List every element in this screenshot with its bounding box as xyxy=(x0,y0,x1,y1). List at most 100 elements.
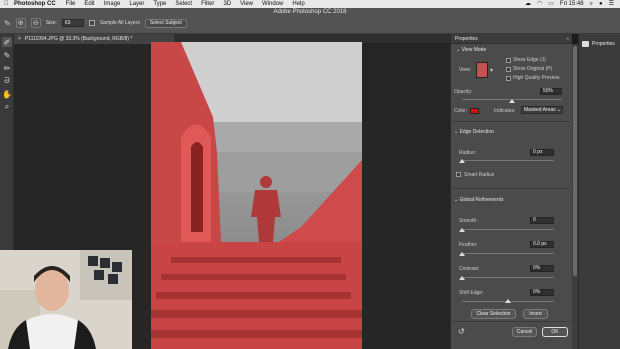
properties-panel-icon xyxy=(582,41,589,47)
feather-slider-track[interactable] xyxy=(462,253,554,254)
invert-button[interactable]: Invert xyxy=(523,309,548,319)
divider xyxy=(452,121,570,122)
indicates-value: Masked Areas xyxy=(524,107,556,113)
menu-extras: ☁ ◠ ▭ Fri 15:48 ⌕ ● ☰ xyxy=(525,0,614,8)
smooth-slider-knob[interactable] xyxy=(459,228,465,232)
feather-label: Feather: xyxy=(459,242,478,248)
shift-edge-input[interactable]: 0% xyxy=(530,289,554,296)
menu-image[interactable]: Image xyxy=(104,0,121,8)
smart-radius-checkbox[interactable] xyxy=(456,172,461,177)
edge-detection-header[interactable]: ⌄ Edge Detection xyxy=(454,129,494,135)
quick-selection-tool-icon[interactable]: ✐ xyxy=(2,37,12,47)
size-input[interactable]: 63 xyxy=(61,19,84,27)
close-tab-icon[interactable]: × xyxy=(18,36,21,42)
menu-type[interactable]: Type xyxy=(153,0,166,8)
search-icon[interactable]: ⌕ xyxy=(590,0,593,8)
options-row: ✎ ⊕ ⊖ Size: 63 Sample All Layers Select … xyxy=(4,17,187,29)
opacity-input[interactable]: 50% xyxy=(540,88,562,95)
show-edge-checkbox[interactable] xyxy=(506,58,511,63)
radius-slider-knob[interactable] xyxy=(459,159,465,163)
overlay-color-swatch[interactable] xyxy=(470,108,479,114)
feather-input[interactable]: 0.0 px xyxy=(530,241,554,248)
mac-menu-bar:  Photoshop CC File Edit Image Layer Typ… xyxy=(0,0,620,8)
show-edge-label: Show Edge (J) xyxy=(513,57,546,63)
clock[interactable]: Fri 15:48 xyxy=(560,0,584,8)
properties-header: Properties « xyxy=(451,34,572,44)
clear-selection-button[interactable]: Clear Selection xyxy=(471,309,516,319)
panel-dock: Properties xyxy=(578,34,620,349)
scrollbar-thumb[interactable] xyxy=(573,46,577,276)
menu-filter[interactable]: Filter xyxy=(201,0,214,8)
view-mode-label: View Mode xyxy=(461,47,487,53)
collapse-panel-icon[interactable]: « xyxy=(566,34,569,44)
view-mode-thumbnail[interactable] xyxy=(476,62,488,78)
shift-edge-slider-knob[interactable] xyxy=(505,299,511,303)
high-quality-preview-checkbox[interactable] xyxy=(506,76,511,81)
menu-file[interactable]: File xyxy=(66,0,76,8)
webcam-overlay xyxy=(0,250,132,349)
contrast-input[interactable]: 0% xyxy=(530,265,554,272)
indicates-label: Indicates: xyxy=(494,108,516,114)
zoom-tool-icon[interactable]: ⌕ xyxy=(2,102,12,112)
reset-icon[interactable]: ↺ xyxy=(458,327,465,336)
smooth-input[interactable]: 0 xyxy=(530,217,554,224)
select-subject-button[interactable]: Select Subject xyxy=(144,18,187,28)
refine-edge-brush-icon[interactable]: ✎ xyxy=(2,50,12,60)
subtract-selection-icon[interactable]: ⊖ xyxy=(30,18,41,28)
sample-all-layers-label: Sample All Layers xyxy=(99,20,140,26)
document-tab[interactable]: × P1111094.JPG @ 33.3% (Background, RGB/8… xyxy=(14,34,174,44)
dock-properties-label: Properties xyxy=(592,41,615,47)
view-label: View: xyxy=(459,67,472,73)
global-refinements-header[interactable]: ⌄ Global Refinements xyxy=(454,197,504,203)
chevron-down-icon: ⌄ xyxy=(556,107,561,113)
menu-edit[interactable]: Edit xyxy=(84,0,94,8)
radius-input[interactable]: 0 px xyxy=(530,149,554,156)
opacity-label: Opacity: xyxy=(454,89,473,95)
user-icon[interactable]: ● xyxy=(599,0,603,8)
menu-window[interactable]: Window xyxy=(262,0,283,8)
cancel-button[interactable]: Cancel xyxy=(512,327,537,337)
divider xyxy=(452,188,570,189)
sample-all-layers-checkbox[interactable] xyxy=(88,20,95,26)
dock-properties-button[interactable]: Properties xyxy=(582,39,615,49)
wifi-icon[interactable]: ◠ xyxy=(537,0,542,8)
add-to-selection-icon[interactable]: ⊕ xyxy=(15,18,26,28)
cloud-icon[interactable]: ☁ xyxy=(525,0,531,8)
document-title: P1111094.JPG @ 33.3% (Background, RGB/8)… xyxy=(24,36,133,42)
view-dropdown-icon[interactable]: ▾ xyxy=(490,67,493,74)
brush-tool-icon[interactable]: ✏ xyxy=(2,63,12,73)
edge-detection-label: Edge Detection xyxy=(459,129,494,135)
smooth-slider-track[interactable] xyxy=(462,229,554,230)
lasso-tool-icon[interactable]: ᘐ xyxy=(2,76,12,86)
list-icon[interactable]: ☰ xyxy=(609,0,614,8)
menu-help[interactable]: Help xyxy=(292,0,304,8)
global-refinements-label: Global Refinements xyxy=(459,197,504,203)
properties-title: Properties xyxy=(455,36,478,42)
show-original-checkbox[interactable] xyxy=(506,67,511,72)
shift-edge-label: Shift Edge: xyxy=(459,290,484,296)
contrast-slider-knob[interactable] xyxy=(459,276,465,280)
smart-radius-label: Smart Radius xyxy=(464,172,495,178)
ok-button[interactable]: OK xyxy=(542,327,568,337)
hand-tool-icon[interactable]: ✋ xyxy=(2,89,12,99)
color-label: Color: xyxy=(454,108,468,114)
high-quality-preview-label: High Quality Preview xyxy=(513,75,560,81)
menu-layer[interactable]: Layer xyxy=(129,0,144,8)
apple-menu-icon[interactable]:  xyxy=(4,0,10,8)
brush-tool-icon[interactable]: ✎ xyxy=(4,19,11,28)
size-label: Size: xyxy=(45,20,57,26)
menu-view[interactable]: View xyxy=(240,0,253,8)
battery-icon[interactable]: ▭ xyxy=(548,0,554,8)
divider xyxy=(452,321,570,322)
app-menu[interactable]: Photoshop CC xyxy=(14,0,56,8)
opacity-slider-knob[interactable] xyxy=(509,99,515,103)
menu-select[interactable]: Select xyxy=(175,0,192,8)
document-image[interactable] xyxy=(151,42,362,349)
radius-slider-track[interactable] xyxy=(462,160,554,161)
feather-slider-knob[interactable] xyxy=(459,252,465,256)
contrast-slider-track[interactable] xyxy=(462,277,554,278)
menu-3d[interactable]: 3D xyxy=(223,0,231,8)
indicates-select[interactable]: Masked Areas ⌄ xyxy=(521,106,563,114)
view-mode-header[interactable]: ⌄ View Mode xyxy=(456,47,486,53)
radius-label: Radius: xyxy=(459,150,476,156)
